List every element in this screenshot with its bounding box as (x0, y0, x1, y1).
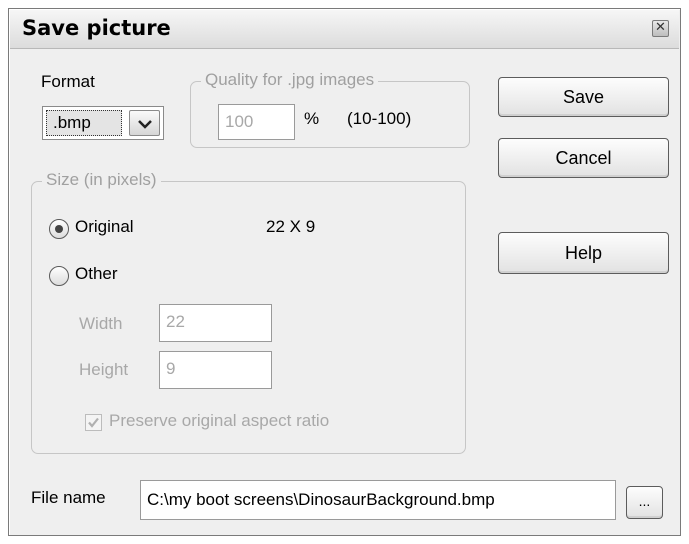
file-name-label: File name (31, 488, 106, 507)
chevron-down-icon[interactable] (129, 110, 160, 136)
width-label: Width (79, 314, 123, 333)
width-input[interactable]: 22 (159, 304, 272, 342)
title-bar[interactable]: Save picture ✕ (10, 10, 679, 49)
quality-input[interactable]: 100 (218, 104, 295, 140)
help-button[interactable]: Help (498, 232, 669, 274)
format-select[interactable]: .bmp (42, 106, 164, 140)
height-label: Height (79, 360, 129, 379)
dialog-title: Save picture (22, 16, 171, 40)
height-input[interactable]: 9 (159, 351, 272, 389)
other-radio[interactable] (49, 266, 69, 286)
other-label[interactable]: Other (75, 264, 118, 284)
close-icon[interactable]: ✕ (652, 20, 669, 37)
original-radio[interactable] (49, 219, 69, 239)
preserve-aspect-label: Preserve original aspect ratio (109, 411, 330, 430)
save-picture-dialog: Save picture ✕ Format .bmp Quality for .… (8, 8, 681, 536)
quality-range-label: (10-100) (347, 109, 412, 128)
cancel-button[interactable]: Cancel (498, 138, 669, 178)
save-button[interactable]: Save (498, 77, 669, 117)
browse-button[interactable]: ... (626, 486, 663, 519)
checkmark-icon (88, 417, 99, 428)
preserve-aspect-checkbox[interactable] (85, 414, 102, 431)
format-selected-value: .bmp (46, 110, 122, 136)
radio-selected-dot (55, 225, 63, 233)
original-dimensions: 22 X 9 (266, 217, 316, 236)
format-label: Format (41, 72, 95, 91)
quality-group-label: Quality for .jpg images (201, 70, 379, 90)
quality-percent-label: % (304, 109, 320, 128)
size-group-label: Size (in pixels) (42, 170, 161, 190)
file-name-input[interactable]: C:\my boot screens\DinosaurBackground.bm… (140, 480, 616, 520)
original-label[interactable]: Original (75, 217, 134, 237)
